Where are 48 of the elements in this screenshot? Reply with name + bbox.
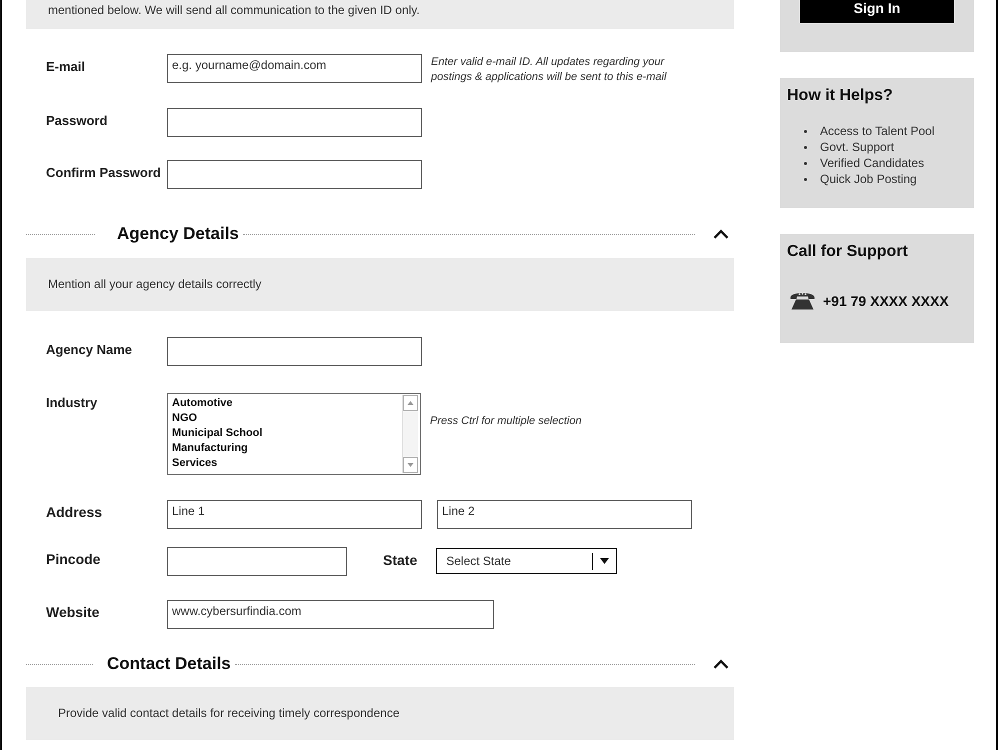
list-option[interactable]: NGO [172,411,402,426]
input-field[interactable]: Line 1 [167,500,422,529]
dropdown[interactable]: Select State [436,548,618,574]
hint-text: Press Ctrl for multiple selection [430,414,583,429]
field-label: Address [46,503,104,520]
list-option[interactable]: Services [172,456,402,471]
listbox[interactable]: Automotive NGO Municipal School Manufacturing Services [167,393,421,475]
phone-icon [790,291,815,310]
panel-title: Call for Support [787,242,909,262]
input-field[interactable] [167,108,422,137]
phone-number: +91 79 XXXX XXXX [823,292,949,310]
field-label: E-mail [46,58,86,74]
field-label: Website [46,603,100,620]
field-label: Password [46,112,108,128]
input-field[interactable] [167,337,422,366]
list-item: Quick Job Posting [820,171,917,187]
bullet-icon [804,130,807,132]
bullet-icon [804,162,807,164]
intro-text: mentioned below. We will send all communication to the given ID only. [48,3,421,18]
field-label: State [383,551,418,568]
list-item: Access to Talent Pool [820,123,935,139]
panel-title: How it Helps? [787,86,894,106]
field-label: Pincode [46,550,102,567]
input-field[interactable]: Line 2 [437,500,692,529]
field-label: Agency Name [46,341,133,357]
caret-icon[interactable] [713,229,729,239]
section-title: Agency Details [117,224,239,244]
list-option[interactable]: Automotive [172,396,402,411]
list-option[interactable]: Manufacturing [172,441,402,456]
bullet-icon [804,178,807,180]
input-field[interactable]: www.cybersurfindia.com [167,600,494,629]
section-description: Mention all your agency details correctly [48,277,262,292]
field-label: Confirm Password [46,164,162,180]
field-label: Industry [46,394,98,410]
section-title: Contact Details [107,654,231,674]
list-item: Verified Candidates [820,155,924,171]
input-field[interactable]: e.g. yourname@domain.com [167,54,422,83]
hint-text: Enter valid e-mail ID. All updates regarding your postings & applications will be sent to this e-mail [431,55,668,85]
caret-icon[interactable] [600,558,610,564]
list-option[interactable]: Municipal School [172,426,402,441]
section-description: Provide valid contact details for receiving timely correspondence [58,706,400,721]
input-field[interactable] [167,160,422,189]
sign-in-button[interactable]: Sign In [800,0,954,23]
list-item: Govt. Support [820,139,894,155]
caret-icon[interactable] [713,659,729,669]
input-field[interactable] [167,547,347,576]
scrollbar[interactable] [402,395,418,473]
bullet-icon [804,146,807,148]
